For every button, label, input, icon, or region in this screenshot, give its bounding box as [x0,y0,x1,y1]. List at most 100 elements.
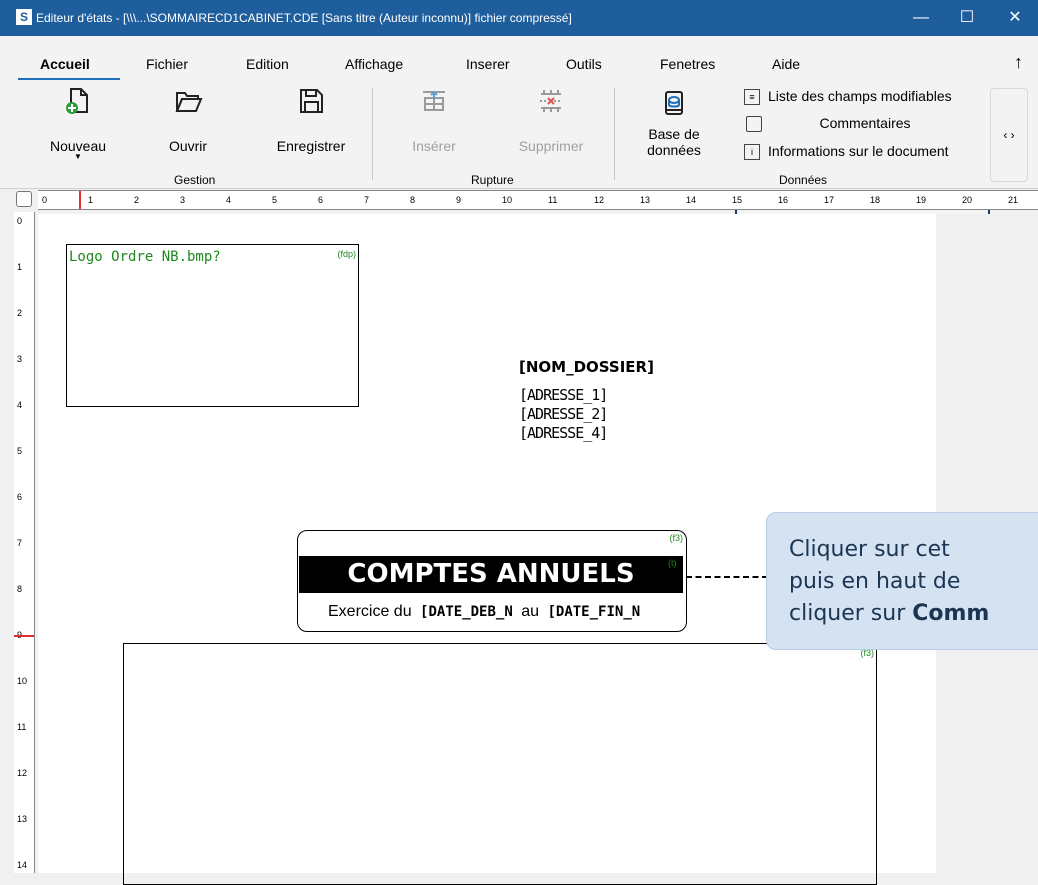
nouveau-button[interactable]: Nouveau ▼ [40,86,116,161]
collapse-ribbon-icon[interactable]: ↑ [1014,52,1023,73]
adresse-2-field[interactable]: [ADRESSE_2] [519,405,608,423]
ruler-tick: 5 [272,195,278,205]
ribbon-scroll-button[interactable]: ‹ › [990,88,1028,182]
ruler-tick: 0 [17,216,23,226]
vertical-ruler: 0 1 2 3 4 5 6 7 8 9 10 11 12 13 14 [14,212,35,873]
tab-fichier[interactable]: Fichier [146,56,188,72]
donnees-group-label: Données [779,173,828,187]
logo-frame[interactable]: Logo Ordre NB.bmp? (fdp) [66,244,359,407]
window-title: Editeur d'états - [\\\...\SOMMAIRECD1CAB… [36,11,572,25]
inserer-label: Insérer [412,138,456,154]
logo-field-tag: (fdp) [337,249,356,259]
liste-champs-button[interactable]: ≡ Liste des champs modifiables [744,88,952,112]
ruler-tick: 10 [502,195,513,205]
delete-break-icon [540,90,562,112]
comment-icon [746,116,762,133]
menu-bar: Accueil Fichier Edition Affichage Insere… [0,36,1038,80]
au-label: au [521,603,540,620]
tab-affichage[interactable]: Affichage [345,56,403,72]
tab-fenetres[interactable]: Fenetres [660,56,715,72]
nom-dossier-field[interactable]: [NOM_DOSSIER] [519,358,654,376]
enregistrer-label: Enregistrer [276,138,346,154]
date-fin-field[interactable]: [DATE_FIN_N [547,604,640,620]
ruler-corner-toggle[interactable] [16,191,32,207]
content-frame[interactable]: (f3) [123,643,877,885]
callout-connector [686,576,768,578]
tab-accueil[interactable]: Accueil [40,56,90,72]
open-folder-icon [175,92,203,112]
ruler-tick: 1 [17,262,23,272]
ruler-tick: 18 [870,195,881,205]
commentaires-button[interactable]: Commentaires [746,115,976,139]
ruler-tick: 16 [778,195,789,205]
comptes-annuels-title[interactable]: COMPTES ANNUELS [299,556,683,593]
base-donnees-label-1: Base de [648,126,700,142]
tab-edition[interactable]: Edition [246,56,289,72]
supprimer-button[interactable]: Supprimer [510,86,592,154]
ruler-tick: 8 [17,584,23,594]
minimize-button[interactable]: — [898,0,944,36]
ruler-tick: 7 [364,195,370,205]
ruler-tick: 4 [17,400,23,410]
app-logo-icon: S [16,9,32,25]
save-icon [300,89,323,113]
informations-button[interactable]: i Informations sur le document [744,143,949,167]
ruler-tick: 17 [824,195,835,205]
callout-line-3-bold: Comm [912,601,990,626]
ruler-tick: 11 [548,195,558,205]
ruler-tick: 15 [732,195,743,205]
close-button[interactable]: ✕ [992,0,1038,36]
tab-inserer[interactable]: Inserer [466,56,510,72]
liste-champs-label: Liste des champs modifiables [768,88,952,104]
gestion-group-label: Gestion [174,173,216,187]
ruler-tick: 6 [17,492,23,502]
ruler-tick: 19 [916,195,927,205]
ruler-tick: 4 [226,195,232,205]
exercice-label: Exercice du [328,603,412,620]
ruler-tick: 20 [962,195,973,205]
new-document-icon [66,88,88,114]
ruler-tick: 1 [88,195,94,205]
ruler-marker[interactable] [14,635,34,637]
callout-line-3: cliquer sur Comm [789,601,989,626]
adresse-4-field[interactable]: [ADRESSE_4] [519,424,608,442]
instruction-callout: Cliquer sur cet puis en haut de cliquer … [766,512,1038,650]
maximize-button[interactable]: ☐ [944,0,990,36]
ruler-tick: 14 [686,195,697,205]
list-icon: ≡ [744,89,760,106]
ribbon: Nouveau ▼ Ouvrir Enregistrer Gestion Ins… [0,80,1038,218]
ruler-tick: 8 [410,195,416,205]
ruler-tick: 14 [17,860,28,870]
date-debut-field[interactable]: [DATE_DEB_N [420,604,513,620]
title-tag: (t) [668,558,677,568]
exercice-line[interactable]: Exercice du [DATE_DEB_N au [DATE_FIN_N [328,603,640,621]
ruler-tick: 11 [17,722,27,732]
base-donnees-button[interactable]: Base de données [634,88,714,158]
ruler-tick: 13 [17,814,28,824]
ruler-tick: 5 [17,446,23,456]
ruler-tick: 6 [318,195,324,205]
inserer-button[interactable]: Insérer [398,86,470,154]
ruler-tick: 13 [640,195,651,205]
adresse-1-field[interactable]: [ADRESSE_1] [519,386,608,404]
ribbon-separator [372,88,373,180]
ruler-tick: 12 [17,768,28,778]
ruler-tick: 0 [42,195,48,205]
ouvrir-button[interactable]: Ouvrir [158,86,218,154]
frame-tag: (f3) [669,533,684,543]
ruler-tick: 3 [17,354,23,364]
enregistrer-button[interactable]: Enregistrer [266,86,356,154]
ruler-tick: 3 [180,195,186,205]
ribbon-separator [614,88,615,180]
callout-line-1: Cliquer sur cet [789,537,950,562]
ruler-marker[interactable] [79,191,81,209]
ruler-tick: 10 [17,676,28,686]
commentaires-label: Commentaires [819,115,911,131]
informations-label: Informations sur le document [768,143,949,159]
tab-aide[interactable]: Aide [772,56,800,72]
horizontal-ruler: 0 1 2 3 4 5 6 7 8 9 10 11 12 13 14 15 16… [38,190,1038,210]
ruler-tick: 7 [17,538,23,548]
ruler-tick: 9 [456,195,462,205]
ruler-tick: 2 [17,308,23,318]
tab-outils[interactable]: Outils [566,56,602,72]
